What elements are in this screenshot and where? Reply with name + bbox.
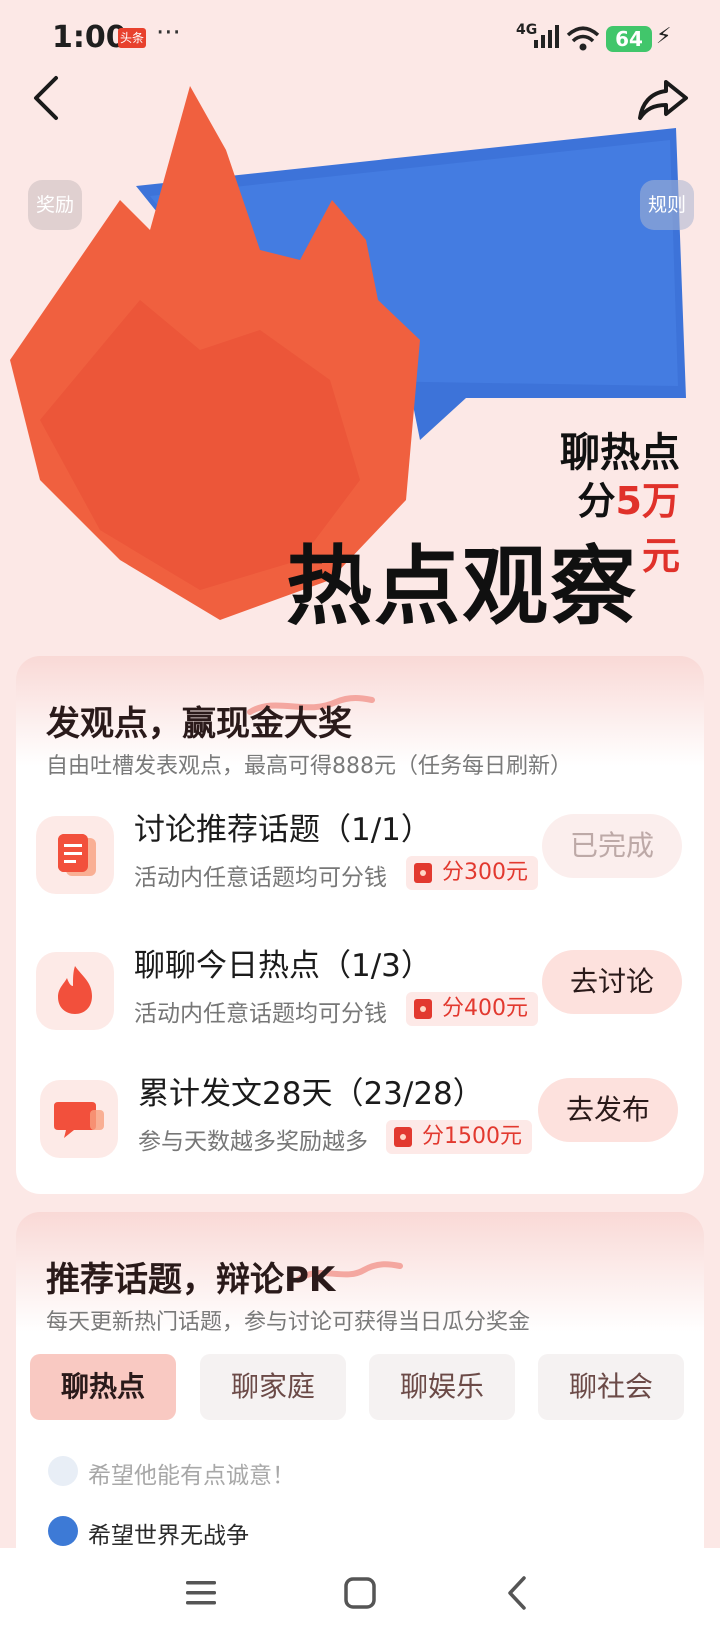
task-card-title: 发观点，赢现金大奖	[46, 704, 352, 744]
document-icon	[58, 834, 96, 876]
more-notifications-icon: ···	[156, 18, 181, 48]
status-bar: 1:00 头条 ··· 4G 64 ⚡	[0, 0, 720, 78]
red-packet-icon	[414, 863, 432, 883]
task-item: 累计发文28天（23/28） 参与天数越多奖励越多 分1500元 去发布	[16, 1068, 704, 1168]
task-icon-container	[40, 1080, 118, 1158]
back-button[interactable]	[26, 72, 70, 124]
toutiao-notification-icon: 头条	[118, 28, 146, 48]
status-time: 1:00	[52, 20, 127, 55]
avatar	[48, 1456, 78, 1486]
share-button[interactable]	[636, 74, 690, 124]
back-nav-icon[interactable]	[494, 1568, 544, 1618]
charging-icon: ⚡	[656, 24, 672, 49]
tab-entertainment[interactable]: 聊娱乐	[369, 1354, 515, 1420]
task-reward-badge: 分400元	[406, 992, 538, 1026]
task-icon-container	[36, 816, 114, 894]
rules-button[interactable]: 规则	[640, 180, 694, 230]
publish-button[interactable]: 去发布	[538, 1078, 678, 1142]
task-item: 讨论推荐话题（1/1） 活动内任意话题均可分钱 分300元 已完成	[16, 804, 704, 904]
chat-bubble-icon	[54, 1102, 104, 1138]
comment-text: 希望世界无战争	[88, 1523, 249, 1549]
tab-hot[interactable]: 聊热点	[30, 1354, 176, 1420]
task-item: 聊聊今日热点（1/3） 活动内任意话题均可分钱 分400元 去讨论	[16, 940, 704, 1040]
system-navigation-bar	[0, 1548, 720, 1640]
task-reward-badge: 分300元	[406, 856, 538, 890]
battery-indicator: 64	[606, 26, 652, 52]
tab-family[interactable]: 聊家庭	[200, 1354, 346, 1420]
red-packet-icon	[394, 1127, 412, 1147]
task-name: 讨论推荐话题（1/1）	[134, 812, 432, 848]
signal-icon	[534, 25, 559, 48]
topic-card-subtitle: 每天更新热门话题，参与讨论可获得当日瓜分奖金	[46, 1310, 531, 1335]
back-arrow-icon	[34, 76, 58, 120]
topic-card-title: 推荐话题，辩论PK	[46, 1260, 336, 1300]
flame-icon	[58, 966, 92, 1014]
task-description: 参与天数越多奖励越多	[138, 1129, 368, 1155]
share-icon	[638, 80, 688, 120]
avatar	[48, 1516, 78, 1546]
red-packet-icon	[414, 999, 432, 1019]
task-card: 发观点，赢现金大奖 自由吐槽发表观点，最高可得888元（任务每日刷新） 讨论推荐…	[16, 656, 704, 1194]
task-name: 累计发文28天（23/28）	[138, 1076, 484, 1112]
task-card-subtitle: 自由吐槽发表观点，最高可得888元（任务每日刷新）	[46, 754, 572, 779]
task-description: 活动内任意话题均可分钱	[134, 865, 387, 891]
tab-society[interactable]: 聊社会	[538, 1354, 684, 1420]
page-title: 热点观察室	[286, 537, 638, 637]
comment-text: 希望他能有点诚意！	[88, 1463, 295, 1489]
wifi-icon	[566, 26, 600, 51]
task-description: 活动内任意话题均可分钱	[134, 1001, 387, 1027]
task-reward-text: 分400元	[442, 996, 528, 1021]
task-reward-text: 分300元	[442, 860, 528, 885]
reward-button[interactable]: 奖励	[28, 180, 82, 230]
topic-tabs: 聊热点 聊家庭 聊娱乐 聊社会	[30, 1354, 690, 1420]
hero-banner: 奖励 规则 聊热点 分5万元 热点观察室	[0, 0, 720, 650]
discuss-button[interactable]: 去讨论	[542, 950, 682, 1014]
menu-icon[interactable]	[176, 1568, 226, 1618]
task-reward-text: 分1500元	[422, 1124, 522, 1149]
task-done-button[interactable]: 已完成	[542, 814, 682, 878]
home-icon[interactable]	[335, 1568, 385, 1618]
task-name: 聊聊今日热点（1/3）	[134, 948, 432, 984]
task-reward-badge: 分1500元	[386, 1120, 532, 1154]
task-icon-container	[36, 952, 114, 1030]
